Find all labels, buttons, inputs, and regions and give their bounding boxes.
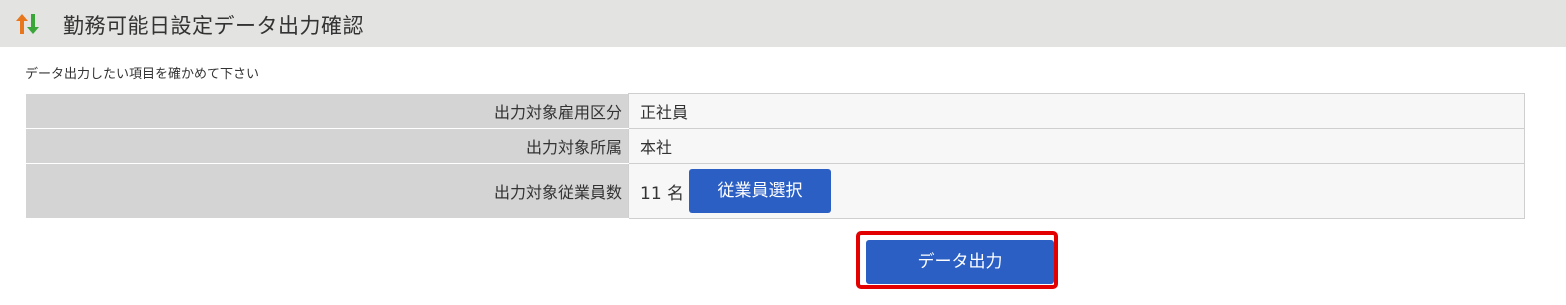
employee-count-wrap: 11 名 従業員選択 <box>640 169 1524 213</box>
employee-count: 11 名 <box>640 183 685 204</box>
row-value: 正社員 <box>628 93 1525 129</box>
row-value-cell: 11 名 従業員選択 <box>628 163 1525 219</box>
row-value: 本社 <box>628 128 1525 164</box>
up-down-arrows-icon <box>16 14 39 34</box>
table-row-employment-type: 出力対象雇用区分 正社員 <box>25 93 1525 129</box>
table-row-department: 出力対象所属 本社 <box>25 128 1525 164</box>
settings-table: 出力対象雇用区分 正社員 出力対象所属 本社 出力対象従業員数 11 名 従業員… <box>25 93 1525 219</box>
data-output-button[interactable]: データ出力 <box>866 240 1054 284</box>
table-row-employee-count: 出力対象従業員数 11 名 従業員選択 <box>25 163 1525 219</box>
page-header: 勤務可能日設定データ出力確認 <box>0 0 1566 47</box>
row-label: 出力対象従業員数 <box>25 163 629 219</box>
row-label: 出力対象所属 <box>25 128 629 164</box>
instruction-text: データ出力したい項目を確かめて下さい <box>25 67 260 82</box>
select-employees-button[interactable]: 従業員選択 <box>689 169 832 213</box>
page-title: 勤務可能日設定データ出力確認 <box>63 14 364 38</box>
row-label: 出力対象雇用区分 <box>25 93 629 129</box>
